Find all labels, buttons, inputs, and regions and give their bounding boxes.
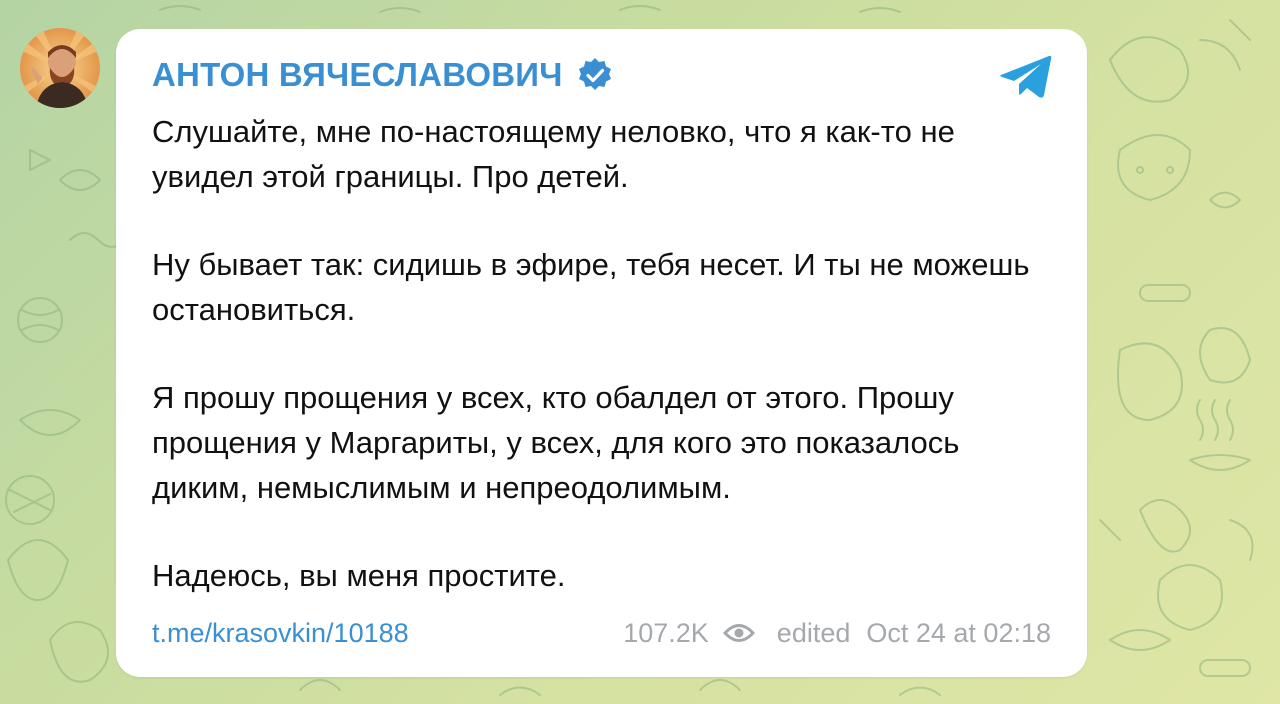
channel-avatar[interactable]	[20, 28, 100, 108]
message-paragraph: Слушайте, мне по-настоящему неловко, что…	[152, 114, 955, 194]
message-footer: t.me/krasovkin/10188 107.2K edited Oct 2…	[152, 613, 1051, 653]
verified-badge-icon	[578, 58, 611, 90]
message-paragraph: Надеюсь, вы меня простите.	[152, 558, 566, 593]
user-avatar-icon	[20, 28, 100, 108]
eye-icon	[722, 624, 755, 642]
message-paragraph: Ну бывает так: сидишь в эфире, тебя несе…	[152, 247, 1030, 327]
message-timestamp: Oct 24 at 02:18	[866, 617, 1051, 648]
message-text: Слушайте, мне по-настоящему неловко, что…	[152, 109, 1052, 641]
message-meta: 107.2K edited Oct 24 at 02:18	[623, 618, 1051, 649]
channel-name[interactable]: АНТОН ВЯЧЕСЛАВОВИЧ	[152, 56, 563, 94]
message-bubble: АНТОН ВЯЧЕСЛАВОВИЧ Слушайте, мне по-наст…	[116, 29, 1087, 677]
view-count: 107.2K	[623, 617, 709, 648]
edited-label: edited	[776, 617, 851, 648]
telegram-icon	[1000, 55, 1052, 98]
message-header: АНТОН ВЯЧЕСЛАВОВИЧ	[152, 56, 613, 94]
message-paragraph: Я прошу прощения у всех, кто обалдел от …	[152, 380, 960, 505]
post-link[interactable]: t.me/krasovkin/10188	[152, 618, 409, 649]
